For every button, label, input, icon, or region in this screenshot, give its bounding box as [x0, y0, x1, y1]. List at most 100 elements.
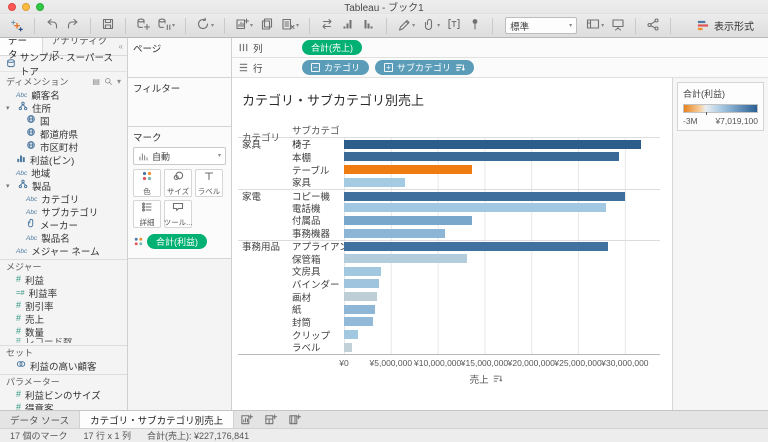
bar-row[interactable]: ラベル: [238, 341, 660, 354]
expand-caret-icon[interactable]: ▾: [6, 104, 14, 112]
tab-worksheet[interactable]: カテゴリ・サブカテゴリ別売上: [80, 411, 235, 428]
field-item[interactable]: 利益(ビン): [0, 153, 127, 167]
field-item[interactable]: # 利益: [0, 273, 127, 287]
bar-mark[interactable]: [344, 342, 352, 352]
bar-row[interactable]: 家電 コピー機: [238, 188, 660, 203]
new-data-source-button[interactable]: [134, 16, 152, 35]
data-source-row[interactable]: サンプル - スーパーストア: [0, 53, 127, 78]
field-item[interactable]: # 割引率: [0, 299, 127, 313]
bar-mark[interactable]: [344, 203, 607, 213]
field-item[interactable]: 利益の高い顧客: [0, 359, 127, 373]
field-item[interactable]: # 利益ビンのサイズ: [0, 388, 127, 402]
field-item[interactable]: Abc サブカテゴリ: [0, 205, 127, 219]
undo-button[interactable]: [43, 16, 61, 35]
rows-pill-category[interactable]: − カテゴリ: [302, 60, 370, 75]
presentation-mode-button[interactable]: [609, 16, 627, 35]
field-item[interactable]: Abc 製品名: [0, 231, 127, 245]
bar-row[interactable]: 封筒: [238, 315, 660, 329]
duplicate-button[interactable]: [258, 16, 276, 35]
columns-pill-sum-sales[interactable]: 合計(売上): [302, 40, 362, 55]
field-item[interactable]: Abc 顧客名: [0, 88, 127, 102]
expand-hierarchy-icon[interactable]: +: [384, 63, 394, 72]
highlight-button[interactable]: ▾: [395, 16, 417, 35]
redo-button[interactable]: [64, 16, 82, 35]
field-item[interactable]: # 得意客: [0, 401, 127, 410]
chevron-down-icon[interactable]: ▾: [117, 77, 121, 86]
sort-ascending-button[interactable]: [339, 16, 357, 35]
new-worksheet-button[interactable]: ▾: [233, 16, 255, 35]
show-mark-labels-button[interactable]: [445, 16, 463, 35]
chevron-down-icon[interactable]: ▾: [296, 23, 299, 29]
bar-mark[interactable]: [344, 304, 375, 314]
mark-button-color[interactable]: 色: [133, 169, 161, 197]
field-item[interactable]: Abc メジャー ネーム: [0, 244, 127, 258]
collapse-hierarchy-icon[interactable]: −: [311, 63, 320, 72]
bar-row[interactable]: 電話機: [238, 201, 660, 215]
refresh-button[interactable]: ▾: [194, 16, 216, 35]
save-button[interactable]: [99, 16, 117, 35]
mark-button-label[interactable]: ラベル: [195, 169, 223, 197]
expand-caret-icon[interactable]: ▾: [6, 182, 14, 190]
bar-row[interactable]: 紙: [238, 302, 660, 316]
bar-mark[interactable]: [344, 317, 373, 327]
bar-mark[interactable]: [344, 215, 473, 225]
bar-row[interactable]: 付属品: [238, 214, 660, 227]
legend-gradient[interactable]: [683, 104, 758, 115]
bar-row[interactable]: 家具: [238, 176, 660, 189]
bar-mark[interactable]: [344, 177, 405, 187]
field-item[interactable]: 市区町村: [0, 140, 127, 154]
bar-row[interactable]: テーブル: [238, 163, 660, 177]
filters-shelf[interactable]: フィルター: [128, 78, 231, 127]
fix-axes-button[interactable]: [466, 16, 484, 35]
field-item[interactable]: メーカー: [0, 218, 127, 232]
swap-rows-columns-button[interactable]: [318, 16, 336, 35]
grid-view-icon[interactable]: ▤: [92, 77, 100, 86]
show-hide-cards-button[interactable]: ▾: [584, 16, 606, 35]
tableau-logo-icon[interactable]: [8, 18, 26, 34]
field-item[interactable]: #レコード数: [0, 338, 127, 343]
bar-mark[interactable]: [344, 139, 641, 149]
field-item[interactable]: 都道府県: [0, 127, 127, 141]
field-item[interactable]: # 数量: [0, 325, 127, 339]
bar-row[interactable]: クリップ: [238, 328, 660, 342]
bar-mark[interactable]: [344, 242, 609, 252]
mark-button-detail[interactable]: 詳細: [133, 200, 161, 228]
mark-button-tooltip[interactable]: ツール...: [164, 200, 192, 228]
chevron-down-icon[interactable]: ▾: [172, 23, 175, 29]
chevron-down-icon[interactable]: ▾: [211, 23, 214, 29]
new-dashboard-tab-button[interactable]: [258, 411, 282, 428]
field-item[interactable]: ▾ 製品: [0, 179, 127, 193]
mark-button-size[interactable]: サイズ: [164, 169, 192, 197]
search-icon[interactable]: [104, 77, 113, 86]
field-item[interactable]: ▾ 住所: [0, 101, 127, 115]
field-item[interactable]: # 売上: [0, 312, 127, 326]
bar-mark[interactable]: [344, 228, 446, 238]
bar-row[interactable]: 画材: [238, 290, 660, 304]
x-axis[interactable]: ¥0 ¥5,000,000 ¥10,000,000 ¥15,000,000 ¥20,00…: [238, 355, 660, 369]
group-members-button[interactable]: ▾: [420, 16, 442, 35]
share-button[interactable]: [644, 16, 662, 35]
sort-descending-icon[interactable]: [493, 374, 503, 384]
bar-row[interactable]: 事務用品アプライアンス: [238, 239, 660, 253]
columns-shelf[interactable]: 列 合計(売上): [232, 38, 768, 58]
field-item[interactable]: =# 利益率: [0, 286, 127, 300]
fit-selector[interactable]: 標準 ▾: [505, 17, 578, 34]
x-axis-title[interactable]: 売上: [470, 372, 503, 386]
new-story-tab-button[interactable]: [282, 411, 306, 428]
bar-row[interactable]: 保管箱: [238, 252, 660, 266]
chevron-down-icon[interactable]: ▾: [412, 23, 415, 29]
bar-row[interactable]: 家具 椅子: [238, 138, 660, 151]
bar-mark[interactable]: [344, 165, 473, 175]
show-me-button[interactable]: 表示形式: [691, 16, 760, 35]
chevron-down-icon[interactable]: ▾: [601, 23, 604, 29]
bar-row[interactable]: 本棚: [238, 150, 660, 164]
field-item[interactable]: 国: [0, 114, 127, 128]
pages-shelf[interactable]: ページ: [128, 38, 231, 78]
new-worksheet-tab-button[interactable]: [234, 411, 258, 428]
chevron-down-icon[interactable]: ▾: [250, 23, 253, 29]
bar-mark[interactable]: [344, 253, 467, 263]
tab-data-source[interactable]: データ ソース: [0, 411, 81, 428]
pause-auto-updates-button[interactable]: ▾: [155, 16, 177, 35]
bar-mark[interactable]: [344, 191, 625, 201]
mark-type-dropdown[interactable]: 自動 ▾: [133, 147, 226, 165]
